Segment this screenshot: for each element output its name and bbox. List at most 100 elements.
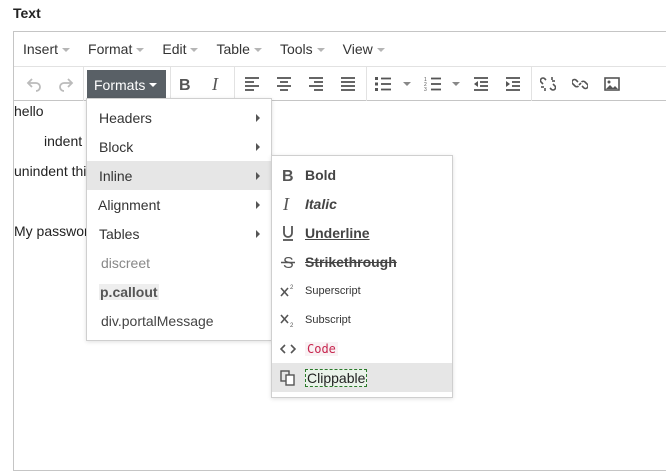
chevron-down-icon: [253, 47, 262, 52]
menu-item-label: Superscript: [305, 284, 361, 297]
chevron-down-icon[interactable]: [403, 82, 411, 86]
align-justify-button[interactable]: [333, 69, 363, 99]
chevron-down-icon: [136, 47, 145, 52]
align-justify-icon: [341, 77, 355, 91]
align-left-button[interactable]: [237, 69, 267, 99]
chevron-down-icon: [376, 47, 385, 52]
bold-icon: B: [179, 77, 191, 92]
chevron-right-icon: [256, 114, 260, 122]
menu-item-underline[interactable]: Underline: [272, 218, 452, 247]
unlink-button[interactable]: [533, 69, 563, 99]
image-button[interactable]: [597, 69, 627, 99]
chevron-right-icon: [256, 172, 260, 180]
bold-button[interactable]: B: [170, 69, 200, 99]
align-center-icon: [277, 77, 291, 91]
chevron-right-icon: [256, 230, 260, 238]
menu-item-p-callout[interactable]: p.callout: [87, 277, 271, 306]
menu-item-label: Tables: [99, 225, 140, 242]
menu-item-div-portal-message[interactable]: div.portalMessage: [87, 306, 271, 335]
chevron-down-icon[interactable]: [452, 82, 460, 86]
menu-item-label: p.callout: [99, 283, 159, 300]
menu-item-tables[interactable]: Tables: [87, 219, 271, 248]
menu-item-italic[interactable]: I Italic: [272, 189, 452, 218]
code-icon: [278, 339, 298, 359]
menu-item-clippable[interactable]: Clippable: [272, 363, 452, 392]
menu-table-label: Table: [216, 41, 250, 57]
menu-item-block[interactable]: Block: [87, 132, 271, 161]
numbered-list-icon: 123: [424, 77, 441, 92]
svg-text:I: I: [282, 196, 290, 212]
link-button[interactable]: [565, 69, 595, 99]
menu-item-alignment[interactable]: Alignment: [87, 190, 271, 219]
menu-item-discreet[interactable]: discreet: [87, 248, 271, 277]
align-center-button[interactable]: [269, 69, 299, 99]
align-right-button[interactable]: [301, 69, 331, 99]
menu-format[interactable]: Format: [79, 32, 153, 66]
menu-table[interactable]: Table: [207, 32, 270, 66]
outdent-button[interactable]: [466, 69, 496, 99]
undo-icon: [26, 78, 41, 92]
menu-item-label: Block: [99, 138, 134, 155]
menu-item-label: Headers: [99, 109, 152, 126]
bullet-list-button[interactable]: [368, 69, 398, 99]
undo-button[interactable]: [19, 69, 49, 99]
menu-tools-label: Tools: [279, 41, 313, 57]
redo-icon: [59, 78, 74, 92]
link-icon: [572, 78, 588, 90]
chevron-right-icon: [256, 201, 260, 209]
menu-item-bold[interactable]: B Bold: [272, 160, 452, 189]
menu-insert[interactable]: Insert: [14, 32, 79, 66]
menu-item-label: Subscript: [305, 313, 351, 326]
menu-item-label: Bold: [305, 166, 337, 183]
menu-item-label: Italic: [305, 195, 337, 212]
menu-edit-label: Edit: [162, 41, 187, 57]
chevron-down-icon: [316, 47, 325, 52]
bullet-list-icon: [375, 77, 391, 91]
align-left-icon: [245, 77, 259, 91]
underline-icon: [278, 223, 298, 243]
numbered-list-button[interactable]: 123: [418, 69, 448, 99]
svg-text:3: 3: [424, 87, 427, 92]
paragraph: My passwor: [14, 223, 89, 239]
clippable-icon: [278, 368, 298, 388]
menu-item-superscript[interactable]: 2 Superscript: [272, 276, 452, 305]
formats-button-label: Formats: [94, 76, 146, 93]
superscript-icon: 2: [278, 281, 298, 301]
inline-submenu: B Bold I Italic Underline S Strikethroug…: [271, 155, 453, 398]
toolbar: Formats B I 123: [14, 66, 666, 101]
italic-button[interactable]: I: [202, 69, 232, 99]
indent-button[interactable]: [498, 69, 528, 99]
menu-view[interactable]: View: [334, 32, 394, 66]
menu-item-strikethrough[interactable]: S Strikethrough: [272, 247, 452, 276]
chevron-down-icon: [62, 47, 71, 52]
menu-item-label: div.portalMessage: [101, 312, 214, 329]
formats-menu: Headers Block Inline Alignment Tables di…: [86, 98, 272, 341]
menu-item-label: Strikethrough: [305, 253, 397, 270]
menu-item-label: Clippable: [305, 368, 368, 387]
italic-icon: I: [278, 194, 298, 214]
svg-text:B: B: [282, 168, 294, 183]
menu-tools[interactable]: Tools: [271, 32, 334, 66]
toolbar-separator: [366, 67, 367, 101]
menu-item-subscript[interactable]: 2 Subscript: [272, 305, 452, 334]
svg-text:2: 2: [290, 285, 294, 291]
menu-item-headers[interactable]: Headers: [87, 103, 271, 132]
italic-icon: I: [211, 76, 219, 92]
toolbar-separator: [531, 67, 532, 101]
svg-text:B: B: [179, 77, 191, 92]
menu-edit[interactable]: Edit: [153, 32, 207, 66]
formats-button[interactable]: Formats: [87, 70, 166, 99]
menu-item-code[interactable]: Code: [272, 334, 452, 363]
paragraph: indent: [44, 133, 83, 149]
menu-item-inline[interactable]: Inline: [87, 161, 271, 190]
menu-item-label: Inline: [99, 167, 133, 184]
menu-item-label: Alignment: [98, 196, 161, 213]
menu-insert-label: Insert: [23, 41, 59, 57]
menubar: Insert Format Edit Table Tools View: [14, 32, 666, 66]
menu-view-label: View: [342, 41, 373, 57]
menu-format-label: Format: [88, 41, 133, 57]
svg-text:I: I: [211, 76, 219, 92]
toolbar-separator: [234, 67, 235, 101]
redo-button[interactable]: [51, 69, 81, 99]
field-label: Text: [13, 5, 41, 21]
